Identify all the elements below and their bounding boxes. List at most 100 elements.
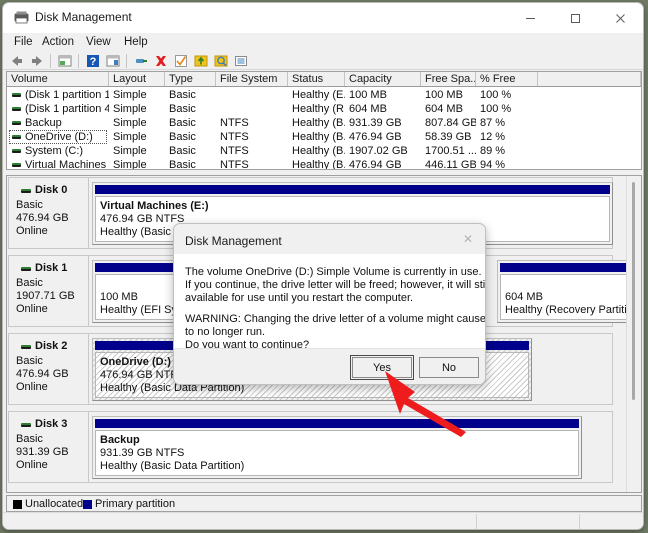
yes-button[interactable]: Yes [350,355,414,380]
cell-pctfree: 12 % [480,131,506,143]
dialog-text-line: available for use until you restart the … [185,292,414,304]
menu-help[interactable]: Help [121,35,151,50]
column-header-status[interactable]: Status [288,72,345,86]
table-row[interactable]: System (C:) Simple Basic NTFS Healthy (B... 1… [7,144,641,158]
cell-filesystem: NTFS [220,117,249,129]
disk-chip-icon [21,267,31,271]
back-arrow-icon[interactable] [9,53,25,69]
scrollbar-thumb[interactable] [632,182,635,400]
cell-status: Healthy (R... [292,103,345,115]
cell-capacity: 1907.02 GB [349,145,408,157]
up-folder-icon[interactable] [57,53,73,69]
column-header-free[interactable]: % Free [476,72,538,86]
properties-icon[interactable] [133,53,149,69]
show-hide-console-tree-icon[interactable] [105,53,121,69]
title-bar: Disk Management [3,3,643,33]
legend-swatch-primary-partition [83,500,92,509]
svg-text:?: ? [90,56,97,68]
cell-type: Basic [169,131,196,143]
legend-swatch-unallocated [13,500,22,509]
disk-size: 476.94 GB [16,368,69,380]
column-header-filesystem[interactable]: File System [216,72,288,86]
column-header-freespa[interactable]: Free Spa... [421,72,476,86]
table-row[interactable]: Backup Simple Basic NTFS Healthy (B... 931.39… [7,116,641,130]
disk-name: Disk 2 [35,340,68,352]
cell-pctfree: 87 % [480,117,506,129]
disk-name: Disk 3 [35,418,68,430]
forward-arrow-icon[interactable] [29,53,45,69]
cell-volume: (Disk 1 partition 1) [25,89,109,101]
table-row[interactable]: OneDrive (D:)SimpleBasicNTFSHealthy (B..… [7,130,641,144]
partition[interactable]: 604 MB Healthy (Recovery Partition) [497,260,637,323]
delete-icon[interactable] [153,53,169,69]
search-icon[interactable] [213,53,229,69]
help-icon[interactable]: ? [85,53,101,69]
column-header-volume[interactable]: Volume [7,72,109,86]
toolbar: ? [3,51,643,70]
column-header-layout[interactable]: Layout [109,72,165,86]
column-header-type[interactable]: Type [165,72,216,86]
menu-action[interactable]: Action [39,35,77,50]
cell-pctfree: 94 % [480,159,506,170]
partition-color-bar [95,185,610,194]
table-row[interactable]: (Disk 1 partition 1) Simple Basic Healthy (… [7,88,641,102]
cell-filesystem: NTFS [220,159,249,170]
cell-layout: Simple [113,117,147,129]
cell-volume: Backup [25,117,62,129]
disk-info[interactable]: Disk 1 Basic 1907.71 GB Online [9,256,89,326]
disk-chip-icon [21,423,31,427]
cell-volume: Virtual Machines (... [25,159,109,170]
cell-capacity: 100 MB [349,89,387,101]
column-header-capacity[interactable]: Capacity [345,72,421,86]
partition-color-bar [95,419,579,428]
menu-view[interactable]: View [83,35,114,50]
check-disk-icon[interactable] [173,53,189,69]
disk-info[interactable]: Disk 2 Basic 476.94 GB Online [9,334,89,404]
cell-filesystem [216,88,288,102]
window-title: Disk Management [35,10,132,24]
partition-status: Healthy (Recovery Partition) [505,304,634,316]
column-header-blank[interactable] [538,72,641,86]
cell-pctfree: 100 % [480,103,512,115]
disk-management-window: Disk Management FileAction View Help ? [2,2,644,530]
dialog-close-icon[interactable]: ✕ [459,231,477,247]
row-focus-outline [9,130,107,144]
disk-panel-disk-3[interactable]: Disk 3 Basic 931.39 GB Online Backup 931.39 G… [8,411,613,483]
close-button[interactable] [598,3,643,33]
table-row[interactable]: Virtual Machines (... Simple Basic NTFS Heal… [7,158,641,170]
table-row[interactable]: (Disk 1 partition 4) Simple Basic Healthy (… [7,102,641,116]
cell-pctfree: 100 % [480,89,512,101]
menu-bar: File Action View Help [3,33,643,51]
menu-file[interactable]: File [11,35,36,50]
legend-label-unallocated: Unallocated [25,498,84,510]
disk-state: Online [16,303,48,315]
no-button[interactable]: No [419,357,479,378]
cell-volume: System (C:) [25,145,84,157]
extend-volume-icon[interactable] [193,53,209,69]
disk-type: Basic [16,277,43,289]
column-headers: Volume Layout Type File System Status Capacit… [7,72,641,87]
partition-backup[interactable]: Backup 931.39 GB NTFS Healthy (Basic Data … [92,416,582,479]
cell-status: Healthy (B... [292,145,345,157]
cell-status: Healthy (B... [292,131,345,143]
status-bar [3,512,643,529]
volume-icon [12,163,21,167]
disk-info[interactable]: Disk 3 Basic 931.39 GB Online [9,412,89,482]
disk-info[interactable]: Disk 0 Basic 476.94 GB Online [9,178,89,248]
dialog-text-line: to no longer run. [185,326,266,338]
dialog-text-line: WARNING: Changing the drive letter of a … [185,313,486,325]
partition-size: 476.94 GB NTFS [100,369,185,381]
list-view-icon[interactable] [233,53,249,69]
disk-size: 476.94 GB [16,212,69,224]
partition-body: Backup 931.39 GB NTFS Healthy (Basic Data … [95,430,579,476]
cell-layout: Simple [113,159,147,170]
dialog-message: The volume OneDrive (D:) Simple Volume i… [174,254,486,351]
minimize-button[interactable] [508,3,553,33]
graphical-view-scrollbar[interactable] [626,176,641,492]
volume-list[interactable]: Volume Layout Type File System Status Capacit… [6,71,642,170]
disk-management-icon [14,11,29,24]
cell-capacity: 931.39 GB [349,117,402,129]
maximize-button[interactable] [553,3,598,33]
partition-label: Virtual Machines (E:) [100,200,209,212]
dialog-footer: Yes No [174,348,485,384]
